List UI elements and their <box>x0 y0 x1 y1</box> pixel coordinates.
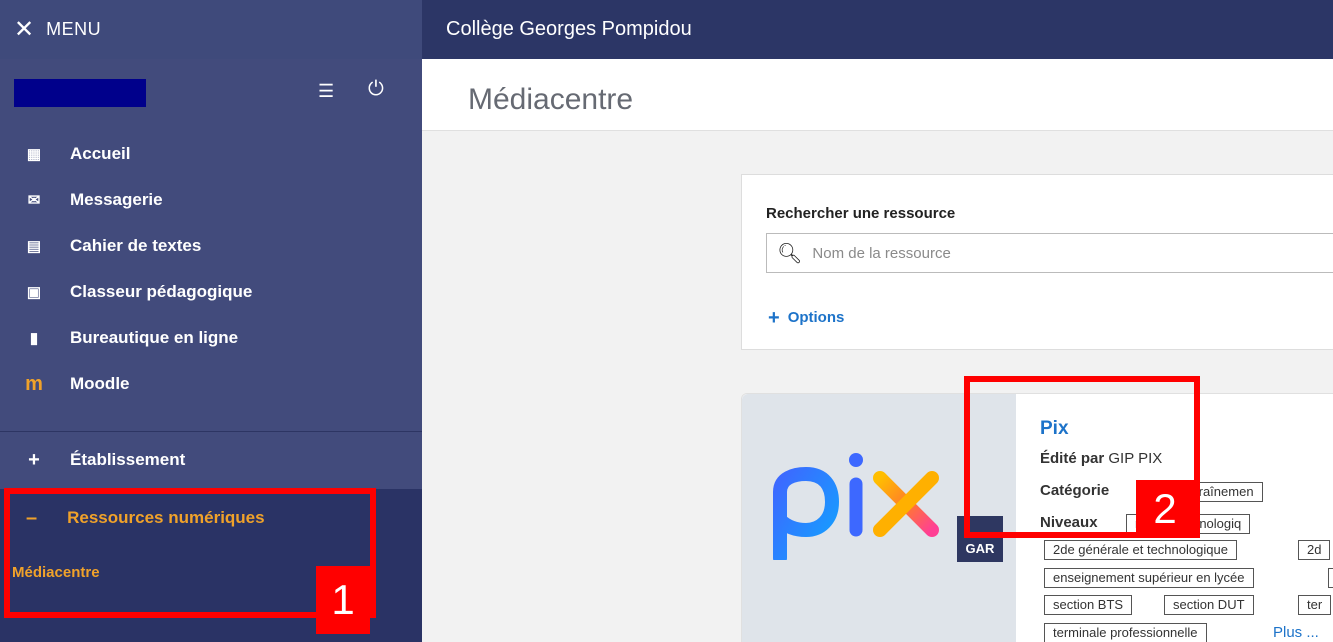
sidebar-item-label: Messagerie <box>70 190 163 209</box>
niveau-tag: 2d <box>1298 540 1331 560</box>
plus-icon: + <box>28 448 40 471</box>
moodle-icon: m <box>25 372 43 395</box>
page-header: Médiacentre <box>422 59 1333 131</box>
sidebar-item-classeur[interactable]: ▣ Classeur pédagogique <box>0 269 422 315</box>
envelope-icon: ✉ <box>27 192 41 209</box>
office-icon: ▮ <box>29 330 39 347</box>
user-row: ☰ ⏻ <box>0 59 422 131</box>
settings-sliders-icon[interactable]: ☰ <box>318 81 334 102</box>
school-name: Collège Georges Pompidou <box>446 18 692 40</box>
sidebar-item-accueil[interactable]: ▦ Accueil <box>0 131 422 177</box>
search-input[interactable] <box>812 244 1293 262</box>
sidebar-item-label: Bureautique en ligne <box>70 328 239 347</box>
search-title: Rechercher une ressource <box>766 205 956 222</box>
page-title: Médiacentre <box>468 83 634 116</box>
niveau-tag: 2de générale et technologique <box>1044 540 1237 560</box>
annotation-badge-1: 1 <box>316 566 370 634</box>
search-icon: 🔍︎ <box>777 242 803 265</box>
folder-icon: ▣ <box>26 284 42 301</box>
sidebar-item-messagerie[interactable]: ✉ Messagerie <box>0 177 422 223</box>
niveau-tag: ter <box>1298 595 1332 615</box>
app-header: Collège Georges Pompidou <box>422 0 1333 59</box>
sidebar-item-bureautique[interactable]: ▮ Bureautique en ligne <box>0 315 422 361</box>
search-card: Rechercher une ressource 🔍︎ + Options <box>741 174 1333 350</box>
menu-label[interactable]: MENU <box>46 19 101 40</box>
sidebar-item-moodle[interactable]: m Moodle <box>0 361 422 407</box>
options-label: Options <box>787 309 845 326</box>
sidebar-item-label: Établissement <box>70 450 186 469</box>
calendar-icon: ▤ <box>26 238 42 255</box>
sidebar-item-label: Cahier de textes <box>70 236 202 255</box>
niveau-tag <box>1328 568 1333 588</box>
power-icon[interactable]: ⏻ <box>368 78 384 101</box>
sidebar-item-label: Classeur pédagogique <box>70 282 253 301</box>
sidebar-item-etablissement[interactable]: + Établissement <box>0 437 422 483</box>
grid-icon: ▦ <box>26 146 42 163</box>
close-icon[interactable]: ✕ <box>14 17 34 42</box>
pix-logo <box>773 453 939 560</box>
sidebar-item-label: Accueil <box>70 144 131 163</box>
user-name-redacted <box>14 79 146 107</box>
niveau-tag: section DUT <box>1164 595 1254 615</box>
niveau-tag: section BTS <box>1044 595 1133 615</box>
menu-toggle-bar[interactable]: ✕ MENU <box>0 0 422 59</box>
plus-icon: + <box>768 307 780 329</box>
search-box[interactable]: 🔍︎ <box>766 233 1333 273</box>
plus-link[interactable]: Plus ... <box>1273 624 1319 641</box>
sidebar-item-cahier-de-textes[interactable]: ▤ Cahier de textes <box>0 223 422 269</box>
niveau-tag: terminale professionnelle <box>1044 623 1207 642</box>
sidebar-item-label: Moodle <box>70 374 130 393</box>
annotation-badge-2: 2 <box>1136 480 1194 538</box>
options-toggle[interactable]: + Options <box>768 307 844 330</box>
sidebar-divider <box>0 431 422 432</box>
niveau-tag: enseignement supérieur en lycée <box>1044 568 1254 588</box>
